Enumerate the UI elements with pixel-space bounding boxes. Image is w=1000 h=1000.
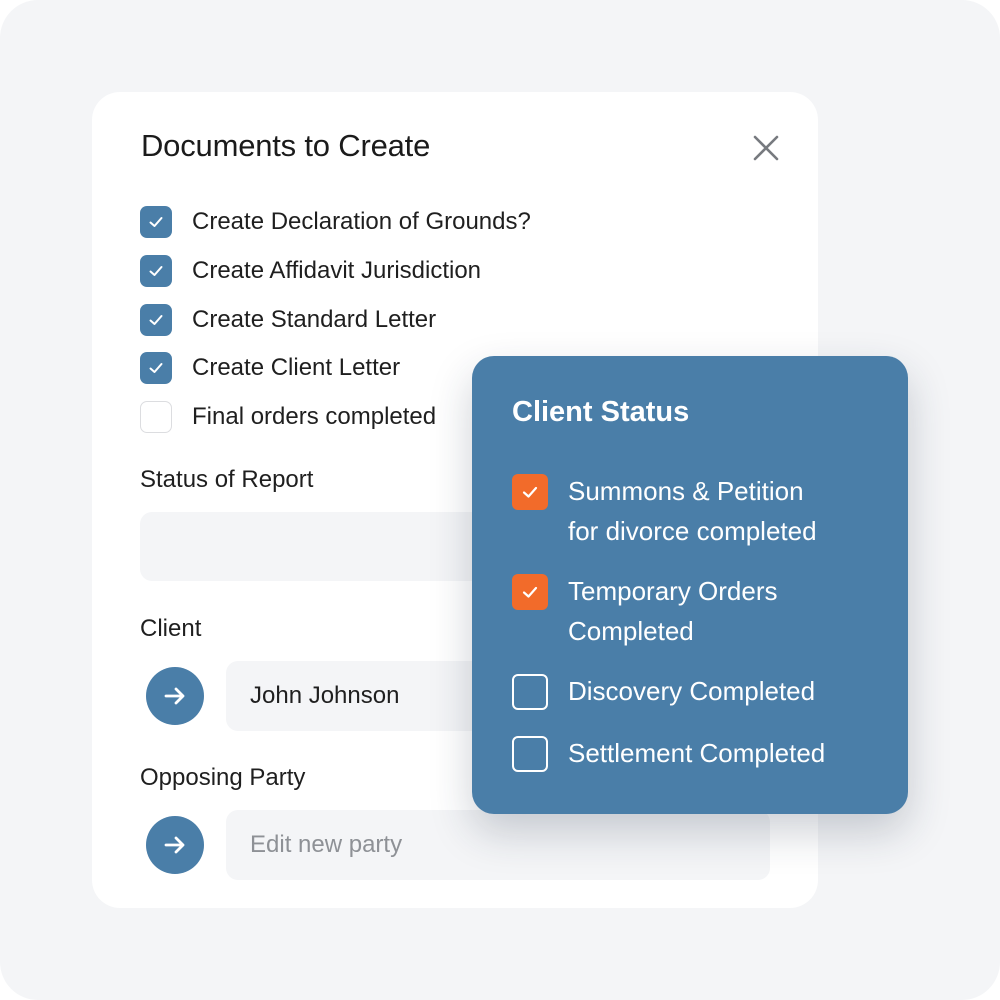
checkbox-label: Create Standard Letter	[192, 306, 437, 333]
check-icon	[149, 266, 163, 276]
status-row-settlement[interactable]: Settlement Completed	[512, 736, 868, 773]
checkbox-row-affidavit[interactable]: Create Affidavit Jurisdiction	[140, 254, 481, 288]
checkbox-temporary-orders[interactable]	[512, 574, 548, 610]
checkbox-settlement[interactable]	[512, 736, 548, 772]
checkbox-label: Final orders completed	[192, 403, 437, 430]
checkbox-final-orders[interactable]	[140, 401, 172, 433]
status-row-temporary-orders[interactable]: Temporary Orders Completed	[512, 574, 868, 651]
arrow-right-icon	[164, 836, 185, 854]
status-label: Temporary Orders Completed	[568, 576, 778, 646]
check-icon	[522, 486, 538, 498]
opposing-party-label: Opposing Party	[140, 764, 306, 791]
checkbox-standard-letter[interactable]	[140, 304, 172, 336]
check-icon	[522, 586, 538, 598]
checkbox-discovery[interactable]	[512, 674, 548, 710]
checkbox-client-letter[interactable]	[140, 352, 172, 384]
checkbox-label: Create Declaration of Grounds?	[192, 208, 531, 235]
client-status-title: Client Status	[512, 396, 690, 428]
checkbox-row-final-orders[interactable]: Final orders completed	[140, 400, 436, 434]
dialog-title: Documents to Create	[141, 128, 431, 163]
opposing-party-input[interactable]: Edit new party	[226, 810, 770, 880]
checkbox-declaration[interactable]	[140, 206, 172, 238]
close-icon	[753, 135, 779, 161]
checkbox-affidavit[interactable]	[140, 255, 172, 287]
checkbox-label: Create Client Letter	[192, 354, 401, 381]
checkbox-row-client-letter[interactable]: Create Client Letter	[140, 351, 400, 385]
client-status-card: Client Status Summons & Petition for div…	[472, 356, 908, 814]
status-label: Discovery Completed	[568, 676, 816, 706]
status-row-discovery[interactable]: Discovery Completed	[512, 674, 868, 711]
checkbox-row-standard-letter[interactable]: Create Standard Letter	[140, 303, 436, 337]
status-of-report-label: Status of Report	[140, 466, 314, 493]
client-go-button[interactable]	[146, 667, 204, 725]
client-label: Client	[140, 615, 202, 642]
check-icon	[149, 217, 163, 227]
opposing-party-go-button[interactable]	[146, 816, 204, 874]
check-icon	[149, 363, 163, 373]
checkbox-label: Create Affidavit Jurisdiction	[192, 257, 482, 284]
close-button[interactable]	[748, 130, 784, 166]
check-icon	[149, 315, 163, 325]
arrow-right-icon	[164, 687, 185, 705]
status-label: Summons & Petition for divorce completed	[568, 476, 817, 546]
checkbox-summons[interactable]	[512, 474, 548, 510]
checkbox-row-declaration[interactable]: Create Declaration of Grounds?	[140, 205, 531, 239]
status-label: Settlement Completed	[568, 738, 826, 768]
status-row-summons[interactable]: Summons & Petition for divorce completed	[512, 474, 868, 551]
